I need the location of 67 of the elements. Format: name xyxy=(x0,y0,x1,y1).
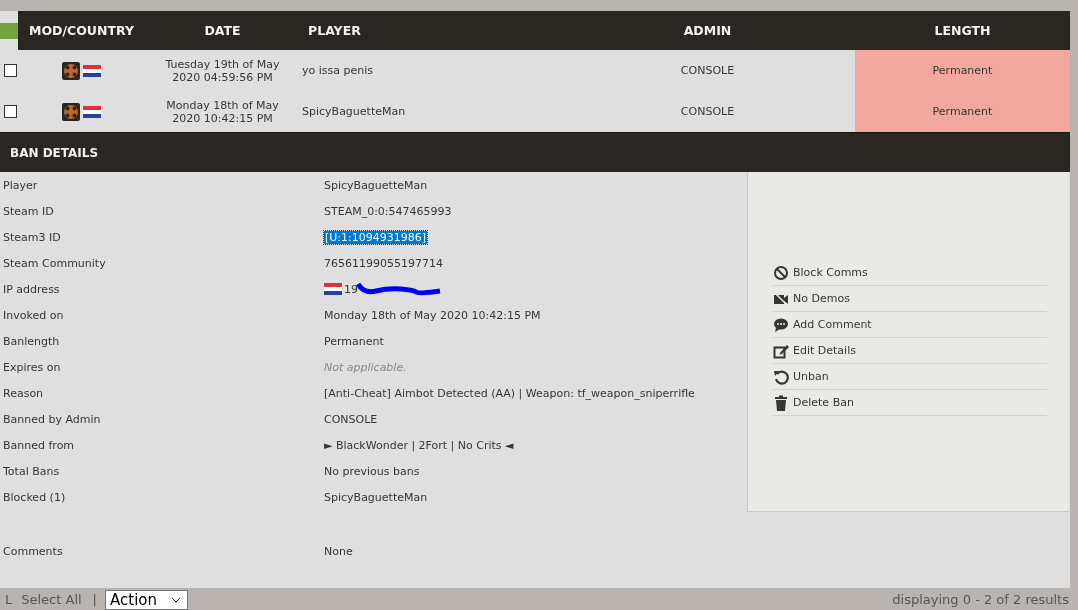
date-cell-text: Tuesday 19th of May 2020 04:59:56 PM xyxy=(164,56,281,86)
edit-icon xyxy=(773,342,789,359)
length-cell: Permanent xyxy=(855,91,1070,132)
action-link[interactable]: Unban xyxy=(773,364,1047,390)
undo-icon xyxy=(773,368,789,385)
field-label: Reason xyxy=(3,386,45,400)
admin-cell-text: CONSOLE xyxy=(679,63,736,79)
field-value: 76561199055197714 xyxy=(324,256,444,270)
field-value: SpicyBaguetteMan xyxy=(324,178,429,192)
action-link[interactable]: Edit Details xyxy=(773,338,1047,364)
column-header: ADMIN xyxy=(560,11,855,50)
block-icon xyxy=(773,264,789,281)
column-header: PLAYER xyxy=(300,11,560,50)
caret-icon xyxy=(171,597,181,603)
field-label: Banlength xyxy=(3,334,61,348)
field-value: STEAM_0:0:547465993 xyxy=(324,204,453,218)
length-cell: Permanent xyxy=(855,50,1070,91)
field-label: IP address xyxy=(3,282,61,296)
column-header: MOD/COUNTRY xyxy=(18,11,145,50)
row-checkbox[interactable] xyxy=(4,64,17,77)
comment-icon xyxy=(773,316,789,333)
row-checkbox[interactable] xyxy=(4,105,17,118)
section-title: BAN DETAILS xyxy=(0,132,1070,172)
corner-arrow: L xyxy=(5,591,13,607)
field-label: Player xyxy=(3,178,39,192)
status-stripe xyxy=(0,22,18,39)
flag-icon xyxy=(324,283,342,295)
admin-cell-text: CONSOLE xyxy=(679,104,736,120)
field-value: Not applicable. xyxy=(324,360,408,374)
field-value: [Anti-Cheat] Aimbot Detected (AA) | Weapon: tf_weapon_sniperrifle xyxy=(324,386,696,400)
field-label: Blocked (1) xyxy=(3,490,67,504)
game-logo-icon xyxy=(62,61,80,80)
field-label: Total Bans xyxy=(3,464,61,478)
action-link[interactable]: Block Comms xyxy=(773,260,1047,286)
field-label: Invoked on xyxy=(3,308,65,322)
field-value: SpicyBaguetteMan xyxy=(324,490,429,504)
column-header: LENGTH xyxy=(855,11,1070,50)
game-logo-icon xyxy=(62,102,80,121)
player-cell-text: yo issa penis xyxy=(301,63,374,79)
field-value: 19 xyxy=(344,282,358,296)
results-count: displaying 0 - 2 of 2 results xyxy=(892,591,1069,607)
flag-icon xyxy=(83,64,101,77)
action-link[interactable]: Delete Ban xyxy=(773,390,1047,416)
field-label: Steam Community xyxy=(3,256,107,270)
action-link[interactable]: Add Comment xyxy=(773,312,1047,338)
action-dropdown[interactable]: Action xyxy=(105,590,188,610)
field-value: CONSOLE xyxy=(324,412,379,426)
field-value: No previous bans xyxy=(324,464,421,478)
field-value: Permanent xyxy=(324,334,385,348)
select-all-link[interactable]: Select All xyxy=(21,591,82,607)
field-value: None xyxy=(324,544,354,558)
field-label: Banned by Admin xyxy=(3,412,102,426)
player-cell-text: SpicyBaguetteMan xyxy=(301,104,407,120)
trash-icon xyxy=(773,394,789,411)
field-value: Monday 18th of May 2020 10:42:15 PM xyxy=(324,308,542,322)
field-label: Expires on xyxy=(3,360,62,374)
field-label: Steam3 ID xyxy=(3,230,62,244)
separator-text: | xyxy=(92,591,97,607)
action-link[interactable]: No Demos xyxy=(773,286,1047,312)
date-cell-text: Monday 18th of May 2020 10:42:15 PM xyxy=(165,97,280,127)
flag-icon xyxy=(83,105,101,118)
field-label: Steam ID xyxy=(3,204,55,218)
field-value: ► BlackWonder | 2Fort | No Crits ◄ xyxy=(324,438,515,452)
field-label: Comments xyxy=(3,544,64,558)
column-header: DATE xyxy=(145,11,300,50)
field-label: Banned from xyxy=(3,438,76,452)
field-value: [U:1:1094931986] xyxy=(324,230,428,244)
